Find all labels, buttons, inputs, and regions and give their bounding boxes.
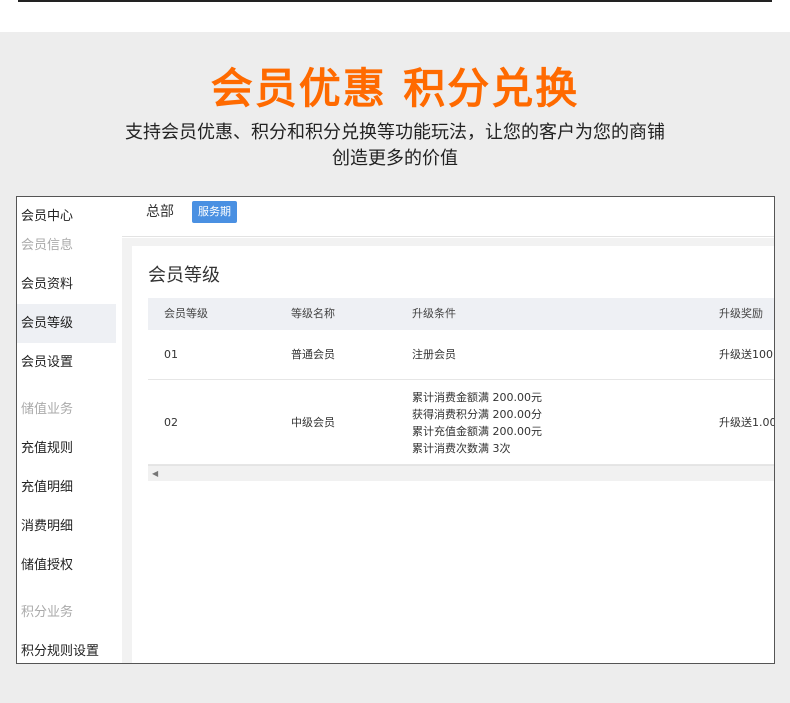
sidebar-item-member-profile[interactable]: 会员资料 bbox=[17, 265, 116, 304]
sidebar-item-stored-value-auth[interactable]: 储值授权 bbox=[17, 546, 116, 585]
table-header: 会员等级 等级名称 升级条件 升级奖励 bbox=[148, 298, 774, 330]
sidebar-item-recharge-rules[interactable]: 充值规则 bbox=[17, 429, 116, 468]
sidebar-item-consumption-details[interactable]: 消费明细 bbox=[17, 507, 116, 546]
cell-condition: 累计消费金额满 200.00元 获得消费积分满 200.00分 累计充值金额满 … bbox=[412, 389, 542, 457]
store-name[interactable]: 总部 bbox=[146, 203, 174, 221]
top-divider bbox=[18, 0, 772, 2]
panel-title: 会员等级 bbox=[148, 265, 220, 286]
cell-level: 01 bbox=[164, 348, 178, 361]
cell-name: 中级会员 bbox=[291, 416, 335, 429]
column-header-name: 等级名称 bbox=[291, 307, 335, 320]
service-period-badge: 服务期 bbox=[192, 201, 237, 223]
hero-subtitle-line1: 支持会员优惠、积分和积分兑换等功能玩法，让您的客户为您的商铺 bbox=[125, 122, 665, 143]
column-header-condition: 升级条件 bbox=[412, 307, 456, 320]
condition-line: 累计充值金额满 200.00元 bbox=[412, 425, 542, 438]
table-row[interactable]: 02 中级会员 累计消费金额满 200.00元 获得消费积分满 200.00分 … bbox=[148, 380, 774, 465]
sidebar-group-stored-value: 储值业务 bbox=[21, 402, 74, 417]
column-header-reward: 升级奖励 bbox=[719, 307, 763, 320]
hero-subtitle-line2: 创造更多的价值 bbox=[332, 148, 458, 169]
condition-line: 获得消费积分满 200.00分 bbox=[412, 408, 542, 421]
cell-name: 普通会员 bbox=[291, 348, 335, 361]
sidebar-item-member-level[interactable]: 会员等级 bbox=[17, 304, 116, 343]
condition-line: 累计消费金额满 200.00元 bbox=[412, 391, 542, 404]
top-bar: 总部 服务期 bbox=[122, 197, 774, 237]
sidebar-item-points-rules[interactable]: 积分规则设置 bbox=[17, 632, 116, 663]
cell-level: 02 bbox=[164, 416, 178, 429]
horizontal-scrollbar[interactable]: ◀ bbox=[148, 465, 774, 481]
cell-condition: 注册会员 bbox=[412, 348, 456, 361]
cell-reward: 升级送1.00 bbox=[719, 416, 775, 429]
member-level-panel: 会员等级 会员等级 等级名称 升级条件 升级奖励 01 普通会员 注册会员 升级… bbox=[132, 246, 774, 663]
column-header-level: 会员等级 bbox=[164, 307, 208, 320]
sidebar: 会员中心 会员信息 会员资料 会员等级 会员设置 储值业务 充值规则 充值明细 … bbox=[17, 197, 116, 663]
sidebar-group-points: 积分业务 bbox=[21, 605, 74, 620]
condition-line: 累计消费次数满 3次 bbox=[412, 442, 511, 455]
top-strip bbox=[0, 0, 790, 32]
hero-subtitle: 支持会员优惠、积分和积分兑换等功能玩法，让您的客户为您的商铺 创造更多的价值 bbox=[80, 120, 710, 172]
sidebar-group-member-info: 会员信息 bbox=[21, 238, 74, 253]
scroll-left-arrow-icon[interactable]: ◀ bbox=[152, 467, 158, 481]
cell-reward: 升级送100 bbox=[719, 348, 773, 361]
sidebar-item-member-settings[interactable]: 会员设置 bbox=[17, 343, 116, 382]
sidebar-item-recharge-details[interactable]: 充值明细 bbox=[17, 468, 116, 507]
table-row[interactable]: 01 普通会员 注册会员 升级送100 bbox=[148, 330, 774, 380]
app-window: 会员中心 会员信息 会员资料 会员等级 会员设置 储值业务 充值规则 充值明细 … bbox=[16, 196, 775, 664]
hero-title: 会员优惠 积分兑换 bbox=[210, 64, 580, 113]
